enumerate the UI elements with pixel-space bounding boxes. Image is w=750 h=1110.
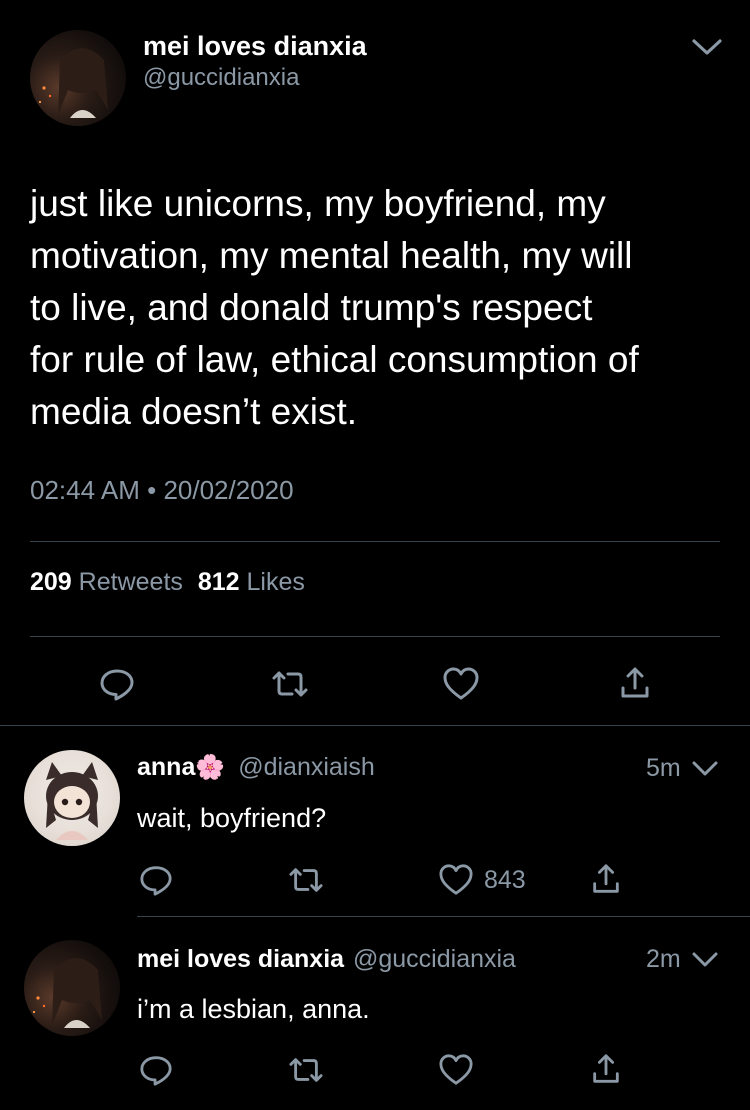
likes-label: Likes [246, 568, 305, 596]
tweet-text: just like unicorns, my boyfriend, my mot… [30, 178, 730, 438]
tweet-stats: 209 Retweets 812 Likes [30, 566, 305, 598]
heart-icon[interactable] [438, 1053, 474, 1087]
heart-icon [438, 863, 474, 897]
author-name[interactable]: mei loves dianxia [143, 30, 367, 62]
chevron-down-icon[interactable] [690, 755, 720, 781]
retweet-count: 209 [30, 568, 72, 596]
retweet-icon[interactable] [287, 1053, 325, 1087]
tweet-text-line: media doesn’t exist. [30, 391, 358, 432]
retweets-label: Retweets [78, 568, 183, 596]
divider [0, 725, 750, 726]
tweet-timestamp[interactable]: 02:44 AM • 20/02/2020 [30, 473, 294, 507]
reply-icon[interactable] [139, 863, 173, 897]
divider [30, 636, 720, 637]
tweet-text-line: for rule of law, ethical consumption of [30, 339, 639, 380]
chevron-down-icon[interactable] [690, 32, 724, 60]
reply-text: wait, boyfriend? [137, 803, 327, 833]
tweet-text-line: just like unicorns, my boyfriend, my [30, 183, 606, 224]
reply-header: mei loves dianxia @guccidianxia [137, 942, 516, 976]
retweet-icon[interactable] [287, 863, 325, 897]
tweet-text-line: to live, and donald trump's respect [30, 287, 593, 328]
reply-icon[interactable] [99, 666, 135, 702]
reply-header: anna🌸 @dianxiaish [137, 750, 375, 785]
reply-time: 2m [646, 945, 681, 973]
divider [137, 916, 750, 917]
reply-avatar[interactable] [24, 940, 120, 1036]
share-icon[interactable] [589, 861, 623, 897]
author-handle[interactable]: @guccidianxia [143, 63, 299, 93]
tweet-date: 20/02/2020 [163, 475, 294, 505]
flower-emoji: 🌸 [195, 754, 226, 781]
reply-icon[interactable] [139, 1053, 173, 1087]
tweet-time: 02:44 AM [30, 475, 140, 505]
divider [30, 541, 720, 542]
reply-author-name[interactable]: anna [137, 753, 195, 781]
share-icon[interactable] [617, 664, 653, 702]
retweet-stat[interactable]: 209 Retweets [30, 568, 190, 596]
share-icon[interactable] [589, 1051, 623, 1087]
reply-author-handle[interactable]: @dianxiaish [238, 753, 375, 781]
reply-author-handle[interactable]: @guccidianxia [353, 945, 516, 973]
like-count: 812 [197, 568, 240, 596]
reply-text: i’m a lesbian, anna. [137, 994, 370, 1024]
like-stat[interactable]: 812 Likes [198, 568, 305, 596]
reply-like-count: 843 [484, 866, 526, 894]
reply-avatar[interactable] [24, 750, 120, 846]
chevron-down-icon[interactable] [690, 946, 720, 972]
timestamp-separator: • [147, 475, 157, 505]
tweet-text-line: motivation, my mental health, my will [30, 235, 633, 276]
retweet-icon[interactable] [270, 666, 310, 702]
reply-time: 5m [646, 754, 681, 782]
reply-author-name[interactable]: mei loves dianxia [137, 945, 344, 973]
heart-icon[interactable] [442, 666, 480, 702]
author-avatar[interactable] [30, 30, 126, 126]
